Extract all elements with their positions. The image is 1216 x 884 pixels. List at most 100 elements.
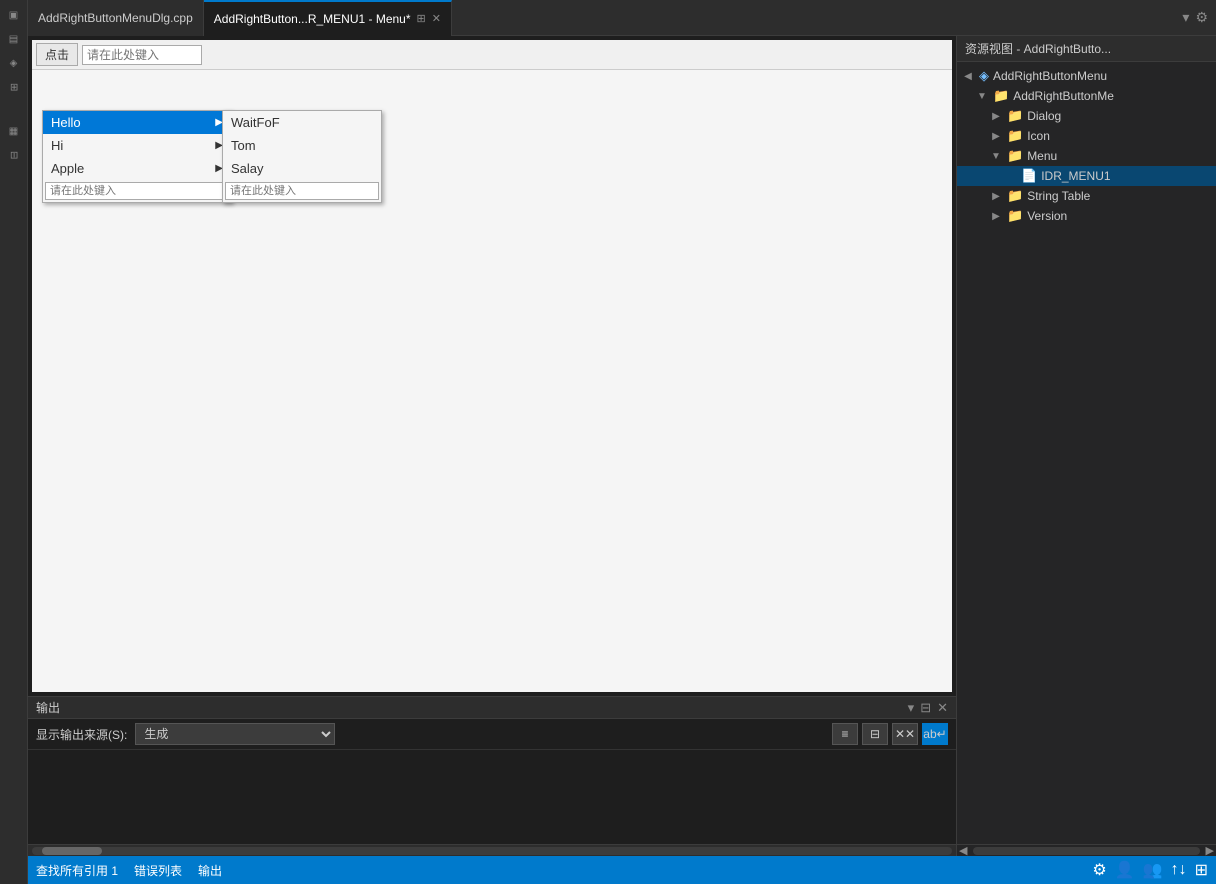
menu-item-hello[interactable]: Hello ▶ bbox=[43, 111, 231, 134]
left-sidebar: ▣ ▤ ◈ ⊞ ▦ ⊟ bbox=[0, 0, 28, 884]
icon-folder-icon: 📁 bbox=[1007, 128, 1023, 144]
menu-item-hi[interactable]: Hi ▶ bbox=[43, 134, 231, 157]
file-icon-menu: 📄 bbox=[1021, 168, 1037, 184]
sidebar-icon-4[interactable]: ⊞ bbox=[3, 76, 25, 98]
resource-view-header: 资源视图 - AddRightButto... bbox=[957, 36, 1216, 62]
tree-item-string-table[interactable]: ▶ 📁 String Table bbox=[957, 186, 1216, 206]
status-icon-sync[interactable]: ↑↓ bbox=[1171, 861, 1187, 879]
tree-view: ◀ ◈ AddRightButtonMenu ▼ 📁 AddRightButto… bbox=[957, 62, 1216, 844]
tree-label-icon: Icon bbox=[1027, 129, 1050, 143]
status-item-error-list[interactable]: 错误列表 bbox=[134, 862, 182, 879]
output-content bbox=[28, 750, 956, 844]
status-bar-right: ⚙ 👤 👥 ↑↓ ⊞ bbox=[1092, 860, 1208, 880]
main-container: AddRightButtonMenuDlg.cpp AddRightButton… bbox=[28, 0, 1216, 884]
status-item-output[interactable]: 输出 bbox=[198, 862, 222, 879]
tab-actions: ▾ ⚙ bbox=[1182, 9, 1216, 26]
bottom-panel: 输出 ▾ ⊟ ✕ 显示输出来源(S): 生成 ≡ ⊟ ✕✕ bbox=[28, 696, 956, 856]
output-icon-btn-4[interactable]: ab↵ bbox=[922, 723, 948, 745]
output-icon-btn-2[interactable]: ⊟ bbox=[862, 723, 888, 745]
tab-cpp[interactable]: AddRightButtonMenuDlg.cpp bbox=[28, 0, 204, 36]
tree-label-version: Version bbox=[1027, 209, 1067, 223]
editor-pane: 点击 Hello ▶ Hi ▶ bbox=[28, 36, 956, 856]
tree-item-dialog[interactable]: ▶ 📁 Dialog bbox=[957, 106, 1216, 126]
tree-label-project: AddRightButtonMenu bbox=[993, 69, 1107, 83]
menu-items-area: Hello ▶ Hi ▶ Apple ▶ bbox=[32, 70, 952, 682]
sidebar-icon-2[interactable]: ▤ bbox=[3, 28, 25, 50]
output-icon-btn-3[interactable]: ✕✕ bbox=[892, 723, 918, 745]
sub-menu-item-tom[interactable]: Tom bbox=[223, 134, 381, 157]
sub-menu-bottom-input[interactable] bbox=[225, 182, 379, 200]
string-table-folder-icon: 📁 bbox=[1007, 188, 1023, 204]
scroll-right-btn[interactable]: ▶ bbox=[1204, 844, 1216, 856]
sidebar-icon-1[interactable]: ▣ bbox=[3, 4, 25, 26]
tree-toggle-string-table[interactable]: ▶ bbox=[989, 191, 1003, 202]
tree-label-dialog: Dialog bbox=[1027, 109, 1061, 123]
status-item-find-refs[interactable]: 查找所有引用 1 bbox=[36, 862, 118, 879]
bottom-panel-pin-btn[interactable]: ⊟ bbox=[920, 700, 931, 716]
tree-toggle-icon[interactable]: ▶ bbox=[989, 131, 1003, 142]
right-scrollbar-track[interactable] bbox=[973, 847, 1199, 855]
tree-item-version[interactable]: ▶ 📁 Version bbox=[957, 206, 1216, 226]
tree-toggle-version[interactable]: ▶ bbox=[989, 211, 1003, 222]
tree-item-project-root[interactable]: ◀ ◈ AddRightButtonMenu bbox=[957, 66, 1216, 86]
menu-folder-icon: 📁 bbox=[1007, 148, 1023, 164]
bottom-panel-close-btn[interactable]: ✕ bbox=[937, 700, 948, 716]
sub-menu-item-waitfof-label: WaitFoF bbox=[231, 115, 280, 130]
tree-label-idr-menu1: IDR_MENU1 bbox=[1041, 169, 1110, 183]
menu-toolbar-input[interactable] bbox=[82, 45, 202, 65]
output-source-label: 显示输出来源(S): bbox=[36, 726, 127, 743]
tree-item-icon-folder[interactable]: ▶ 📁 Icon bbox=[957, 126, 1216, 146]
resource-folder-icon: 📁 bbox=[993, 88, 1009, 104]
tree-item-resource[interactable]: ▼ 📁 AddRightButtonMe bbox=[957, 86, 1216, 106]
sub-menu-item-salay[interactable]: Salay bbox=[223, 157, 381, 180]
bottom-panel-actions: ▾ ⊟ ✕ bbox=[908, 700, 948, 716]
tree-label-string-table: String Table bbox=[1027, 189, 1090, 203]
version-folder-icon: 📁 bbox=[1007, 208, 1023, 224]
tree-label-menu: Menu bbox=[1027, 149, 1057, 163]
tab-menu[interactable]: AddRightButton...R_MENU1 - Menu* ⊞ ✕ bbox=[204, 0, 452, 36]
bottom-panel-header: 输出 ▾ ⊟ ✕ bbox=[28, 697, 956, 719]
tree-item-idr-menu1[interactable]: 📄 IDR_MENU1 bbox=[957, 166, 1216, 186]
status-icon-grid[interactable]: ⊞ bbox=[1195, 860, 1208, 880]
sub-menu-item-waitfof[interactable]: WaitFoF bbox=[223, 111, 381, 134]
tree-toggle-idr bbox=[1003, 171, 1017, 182]
h-scrollbar[interactable] bbox=[28, 844, 956, 856]
sub-menu-item-salay-label: Salay bbox=[231, 161, 264, 176]
status-icon-user[interactable]: 👤 bbox=[1115, 860, 1135, 880]
click-button[interactable]: 点击 bbox=[36, 43, 78, 66]
tab-gear-btn[interactable]: ⚙ bbox=[1195, 9, 1208, 26]
sidebar-icon-3[interactable]: ◈ bbox=[3, 52, 25, 74]
right-panel-bottom: ◀ ▶ bbox=[957, 844, 1216, 856]
tab-dropdown-btn[interactable]: ▾ bbox=[1182, 9, 1189, 26]
tab-cpp-label: AddRightButtonMenuDlg.cpp bbox=[38, 11, 193, 25]
menu-item-apple[interactable]: Apple ▶ bbox=[43, 157, 231, 180]
status-icon-users[interactable]: 👥 bbox=[1143, 860, 1163, 880]
tree-toggle-resource[interactable]: ▼ bbox=[975, 91, 989, 102]
bottom-panel-dropdown-btn[interactable]: ▾ bbox=[908, 700, 915, 716]
tree-item-menu-folder[interactable]: ▼ 📁 Menu bbox=[957, 146, 1216, 166]
scrollbar-thumb[interactable] bbox=[42, 847, 102, 855]
status-bar: 查找所有引用 1 错误列表 输出 ⚙ 👤 👥 ↑↓ ⊞ bbox=[28, 856, 1216, 884]
dialog-folder-icon: 📁 bbox=[1007, 108, 1023, 124]
menu-toolbar: 点击 bbox=[32, 40, 952, 70]
output-source-select[interactable]: 生成 bbox=[135, 723, 335, 745]
tree-toggle-dialog[interactable]: ▶ bbox=[989, 111, 1003, 122]
tab-menu-close[interactable]: ✕ bbox=[432, 12, 441, 25]
status-icon-gear[interactable]: ⚙ bbox=[1092, 860, 1106, 880]
scroll-left-btn[interactable]: ◀ bbox=[957, 844, 969, 856]
project-icon: ◈ bbox=[979, 68, 989, 84]
content-area: 点击 Hello ▶ Hi ▶ bbox=[28, 36, 1216, 856]
scrollbar-track bbox=[32, 847, 952, 855]
tab-bar: AddRightButtonMenuDlg.cpp AddRightButton… bbox=[28, 0, 1216, 36]
status-icons: ⚙ 👤 👥 ↑↓ ⊞ bbox=[1092, 860, 1208, 880]
output-icon-btn-1[interactable]: ≡ bbox=[832, 723, 858, 745]
sub-menu-item-tom-label: Tom bbox=[231, 138, 256, 153]
tree-toggle-root[interactable]: ◀ bbox=[961, 71, 975, 82]
sidebar-icon-6[interactable]: ⊟ bbox=[3, 144, 25, 166]
menu-bottom-input-1[interactable] bbox=[45, 182, 229, 200]
output-toolbar-icons: ≡ ⊟ ✕✕ ab↵ bbox=[832, 723, 948, 745]
menu-designer: 点击 Hello ▶ Hi ▶ bbox=[32, 40, 952, 692]
sidebar-icon-5[interactable]: ▦ bbox=[3, 120, 25, 142]
tree-toggle-menu[interactable]: ▼ bbox=[989, 151, 1003, 162]
tab-menu-pin[interactable]: ⊞ bbox=[417, 12, 426, 25]
